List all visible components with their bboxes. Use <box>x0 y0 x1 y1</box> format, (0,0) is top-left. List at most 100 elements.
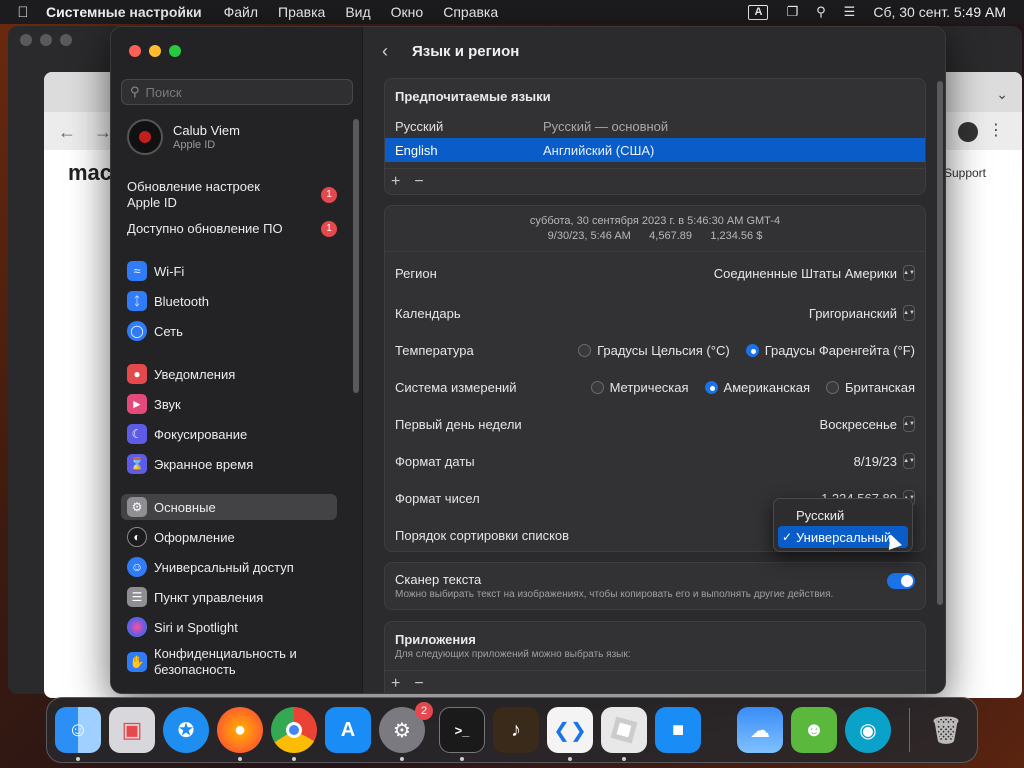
notice-badge: 1 <box>321 187 337 203</box>
sidebar-item-focus[interactable]: ☾ Фокусирование <box>121 421 337 447</box>
popup-option-label: Универсальный <box>796 529 892 545</box>
region-select[interactable]: Соединенные Штаты Америки ▲▼ <box>714 265 915 281</box>
temperature-row: Температура Градусы Цельсия (°C) Градусы… <box>395 339 915 361</box>
remove-language-button[interactable]: − <box>414 173 423 191</box>
sidebar-item-wifi[interactable]: ≈ Wi-Fi <box>121 258 337 284</box>
sidebar-item-label: Конфиденциальность и безопасность <box>154 646 297 677</box>
search-input[interactable] <box>145 84 336 100</box>
sidebar-item-accessibility[interactable]: ☺ Универсальный доступ <box>121 554 337 580</box>
preferred-languages-panel: Предпочитаемые языки Русский Русский — о… <box>384 78 926 195</box>
sidebar-item-appearance[interactable]: ◐ Оформление <box>121 524 337 550</box>
us-radio[interactable]: Американская <box>704 380 810 395</box>
gear-icon: ⚙ <box>127 497 147 517</box>
minimize-window-button[interactable] <box>149 45 161 57</box>
sidebar-item-label: Основные <box>154 499 216 515</box>
menu-datetime[interactable]: Сб, 30 сент. 5:49 AM <box>873 4 1006 20</box>
notice-apple-id-update[interactable]: Обновление настроек Apple ID 1 <box>127 179 337 211</box>
menu-help[interactable]: Справка <box>443 4 498 20</box>
sidebar-item-general[interactable]: ⚙ Основные <box>121 494 337 520</box>
celsius-radio[interactable]: Градусы Цельсия (°C) <box>578 343 730 358</box>
screen-mirroring-icon[interactable]: ❐ <box>786 4 798 20</box>
hand-icon: ✋ <box>127 652 147 672</box>
sidebar-item-screen-time[interactable]: ⌛ Экранное время <box>121 451 337 477</box>
firefox-icon[interactable]: ● <box>217 707 263 753</box>
control-center-icon[interactable]: ☰ <box>844 4 856 20</box>
chevron-down-icon[interactable]: ⌄ <box>996 86 1008 103</box>
safari-icon[interactable]: ✪ <box>163 707 209 753</box>
support-link[interactable]: Support <box>944 166 986 180</box>
settings-badge: 2 <box>415 702 433 720</box>
garageband-icon[interactable]: ♪ <box>493 707 539 753</box>
popup-option-russian[interactable]: Русский <box>778 504 908 526</box>
sidebar-item-control-center[interactable]: ☰ Пункт управления <box>121 584 337 610</box>
launchpad-icon[interactable]: ▣ <box>109 707 155 753</box>
notice-software-update[interactable]: Доступно обновление ПО 1 <box>127 221 337 237</box>
stepper-icon: ▲▼ <box>903 265 915 281</box>
terminal-icon[interactable]: >_ <box>439 707 485 753</box>
wifi-icon: ≈ <box>127 261 147 281</box>
menu-window[interactable]: Окно <box>391 4 424 20</box>
date-format-select[interactable]: 8/19/23 ▲▼ <box>854 453 915 469</box>
trash-icon[interactable]: 🗑 <box>923 707 969 753</box>
menu-view[interactable]: Вид <box>345 4 370 20</box>
live-text-title: Сканер текста <box>395 572 482 587</box>
sidebar-item-bluetooth[interactable]: ᛨ Bluetooth <box>121 288 337 314</box>
back-arrow-icon[interactable]: ← <box>58 122 76 143</box>
fahrenheit-radio[interactable]: Градусы Фаренгейта (°F) <box>745 343 915 358</box>
close-window-button[interactable] <box>129 45 141 57</box>
apple-menu-icon[interactable]:  <box>0 4 46 21</box>
live-text-description: Можно выбирать текст на изображениях, чт… <box>395 589 834 600</box>
profile-icon[interactable] <box>958 122 978 142</box>
vscode-icon[interactable]: ❮❯ <box>547 707 593 753</box>
main-scrollbar[interactable] <box>937 81 943 605</box>
format-preview: суббота, 30 сентября 2023 г. в 5:46:30 A… <box>385 206 925 252</box>
add-app-button[interactable]: + <box>391 675 400 693</box>
language-name: English <box>395 142 438 158</box>
game-icon[interactable]: ☻ <box>791 707 837 753</box>
language-row-english[interactable]: English Английский (США) <box>385 138 925 162</box>
menu-file[interactable]: Файл <box>224 4 258 20</box>
sidebar-item-siri-spotlight[interactable]: Siri и Spotlight <box>121 614 337 640</box>
main-pane: ‹ Язык и регион Предпочитаемые языки Рус… <box>364 27 945 693</box>
input-source-icon[interactable]: A <box>748 4 769 20</box>
finder-icon[interactable]: ☺ <box>55 707 101 753</box>
search-icon[interactable]: ⚲ <box>816 4 826 20</box>
notice-badge: 1 <box>321 221 337 237</box>
temperature-label: Температура <box>395 342 474 358</box>
checkmark-icon: ✓ <box>782 530 793 544</box>
app-store-icon[interactable]: A <box>325 707 371 753</box>
sidebar-item-sound[interactable]: ► Звук <box>121 391 337 417</box>
metric-radio[interactable]: Метрическая <box>590 380 689 395</box>
live-text-toggle[interactable] <box>887 573 915 589</box>
roblox-studio-icon[interactable]: ■ <box>655 707 701 753</box>
bell-icon: ● <box>127 364 147 384</box>
sidebar-item-privacy[interactable]: ✋ Конфиденциальность и безопасность <box>121 645 337 679</box>
more-options-icon[interactable]: ⋮ <box>988 120 1004 140</box>
menu-app-name[interactable]: Системные настройки <box>46 4 202 20</box>
menu-edit[interactable]: Правка <box>278 4 325 20</box>
apple-id-account[interactable]: Calub Viem Apple ID <box>127 119 240 155</box>
search-icon: ⚲ <box>130 84 140 99</box>
chrome-icon[interactable] <box>271 707 317 753</box>
moon-icon: ☾ <box>127 424 147 444</box>
weather-icon[interactable]: ☁ <box>737 707 783 753</box>
sidebar-scrollbar[interactable] <box>353 119 359 393</box>
calendar-select[interactable]: Григорианский ▲▼ <box>809 305 915 321</box>
sidebar-item-network[interactable]: ◯ Сеть <box>121 318 337 344</box>
zoom-window-button[interactable] <box>169 45 181 57</box>
globe-icon: ◯ <box>127 321 147 341</box>
add-language-button[interactable]: + <box>391 173 400 191</box>
remove-app-button[interactable]: − <box>414 675 423 693</box>
site-logo: mac <box>68 160 113 185</box>
roblox-icon[interactable] <box>601 707 647 753</box>
camera-icon[interactable]: ◉ <box>845 707 891 753</box>
first-day-select[interactable]: Воскресенье ▲▼ <box>820 416 915 432</box>
search-field[interactable]: ⚲ <box>121 79 353 105</box>
account-subtitle: Apple ID <box>173 139 216 151</box>
region-label: Регион <box>395 265 437 281</box>
sidebar-item-notifications[interactable]: ● Уведомления <box>121 361 337 387</box>
language-row-russian[interactable]: Русский Русский — основной <box>385 114 925 138</box>
back-chevron-icon[interactable]: ‹ <box>382 41 388 62</box>
sidebar-item-label: Звук <box>154 396 181 412</box>
uk-radio[interactable]: Британская <box>826 380 915 395</box>
